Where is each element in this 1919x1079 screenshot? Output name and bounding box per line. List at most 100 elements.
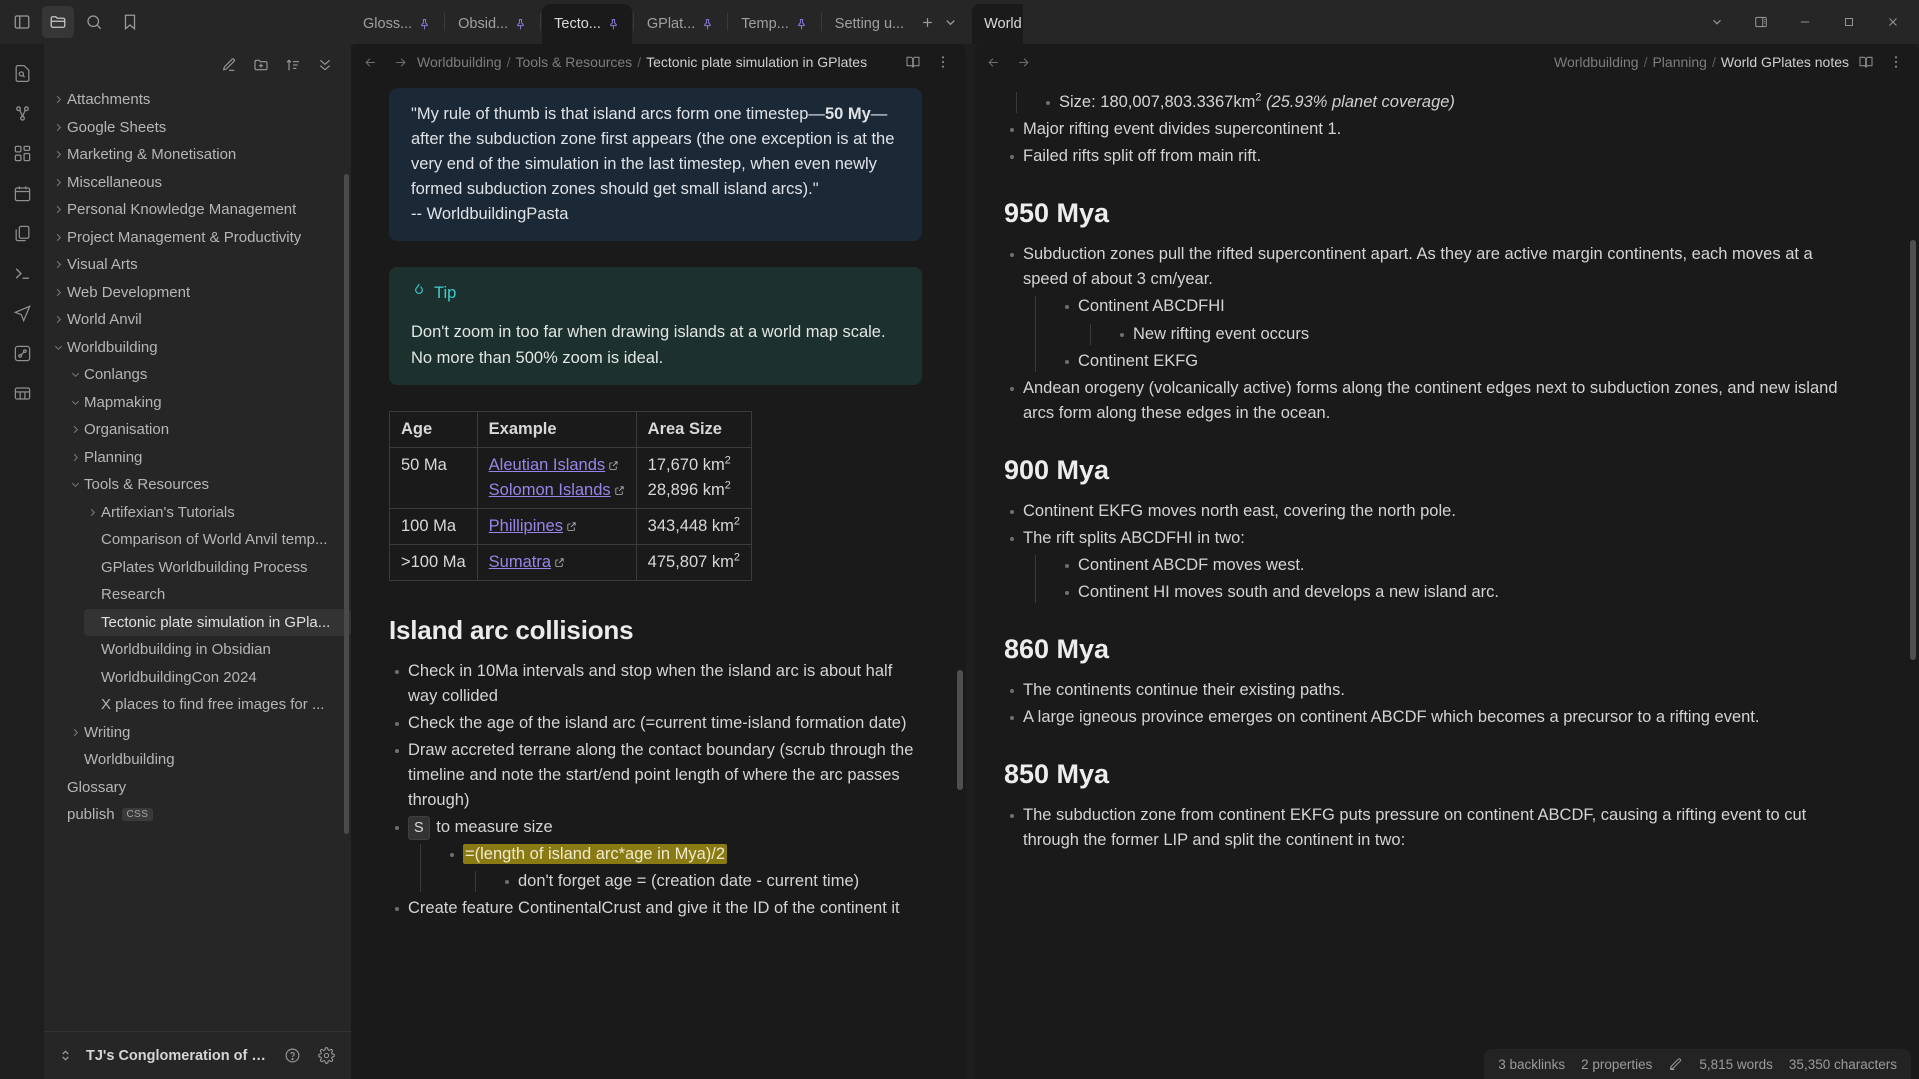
tree-item-artifexian-s-tutorials[interactable]: Artifexian's Tutorials	[84, 499, 351, 527]
chevron-right-icon[interactable]	[50, 232, 67, 243]
sidebar-scrollbar[interactable]	[344, 174, 349, 834]
tab-list-chevron-icon[interactable]	[1695, 0, 1739, 44]
canvas-icon[interactable]	[7, 138, 37, 168]
shortcut-icon[interactable]	[7, 338, 37, 368]
tree-item-worldbuilding[interactable]: Worldbuilding	[50, 334, 351, 362]
pin-icon[interactable]	[607, 17, 620, 32]
backlinks-count[interactable]: 3 backlinks	[1498, 1057, 1565, 1072]
chevron-right-icon[interactable]	[50, 149, 67, 160]
tab-left-5[interactable]: Setting u...	[823, 4, 916, 44]
tree-item-marketing-monetisation[interactable]: Marketing & Monetisation	[50, 141, 351, 169]
external-link-2-0[interactable]: Sumatra	[489, 550, 565, 575]
chevron-right-icon[interactable]	[67, 452, 84, 463]
breadcrumb-item-left-2[interactable]: Tectonic plate simulation in GPlates	[646, 54, 867, 70]
tree-item-x-places-to-find-free-images-for[interactable]: X places to find free images for ...	[84, 691, 351, 719]
tab-left-2[interactable]: Tecto...	[542, 4, 632, 44]
breadcrumb-item-right-2[interactable]: World GPlates notes	[1721, 54, 1849, 70]
back-button[interactable]	[357, 49, 383, 75]
bookmark-icon[interactable]	[114, 6, 146, 38]
chevron-right-icon[interactable]	[84, 507, 101, 518]
tree-item-planning[interactable]: Planning	[67, 444, 351, 472]
minimize-button[interactable]	[1783, 0, 1827, 44]
tab-list-dropdown-icon[interactable]	[943, 7, 958, 37]
help-icon[interactable]	[279, 1043, 305, 1069]
pencil-icon[interactable]	[1668, 1057, 1683, 1072]
tree-item-worldbuildingcon-2024[interactable]: WorldbuildingCon 2024	[84, 664, 351, 692]
tree-item-google-sheets[interactable]: Google Sheets	[50, 114, 351, 142]
properties-count[interactable]: 2 properties	[1581, 1057, 1652, 1072]
chevron-right-icon[interactable]	[50, 287, 67, 298]
tree-item-personal-knowledge-management[interactable]: Personal Knowledge Management	[50, 196, 351, 224]
copy-files-icon[interactable]	[7, 218, 37, 248]
pin-icon[interactable]	[795, 17, 808, 32]
tree-item-web-development[interactable]: Web Development	[50, 279, 351, 307]
more-options-icon-right[interactable]	[1883, 49, 1909, 75]
character-count[interactable]: 35,350 characters	[1789, 1057, 1897, 1072]
send-icon[interactable]	[7, 298, 37, 328]
breadcrumb[interactable]: Worldbuilding / Tools & Resources / Tectonic…	[417, 54, 896, 70]
tree-item-publish[interactable]: publish CSS	[50, 801, 351, 829]
word-count[interactable]: 5,815 words	[1699, 1057, 1773, 1072]
tree-item-writing[interactable]: Writing	[67, 719, 351, 747]
chevron-right-icon[interactable]	[67, 727, 84, 738]
chevron-right-icon[interactable]	[50, 177, 67, 188]
chevron-right-icon[interactable]	[50, 122, 67, 133]
tab-left-1[interactable]: Obsid...	[446, 4, 539, 44]
external-link-0-0[interactable]: Aleutian Islands	[489, 453, 620, 478]
vault-chevron-icon[interactable]	[52, 1043, 78, 1069]
chevron-down-icon[interactable]	[67, 369, 84, 380]
tree-item-organisation[interactable]: Organisation	[67, 416, 351, 444]
breadcrumb-item-left-0[interactable]: Worldbuilding	[417, 54, 502, 70]
external-link-1-0[interactable]: Phillipines	[489, 514, 577, 539]
left-pane-scrollbar[interactable]	[957, 670, 963, 790]
chevron-right-icon[interactable]	[50, 259, 67, 270]
terminal-icon[interactable]	[7, 258, 37, 288]
forward-button[interactable]	[387, 49, 413, 75]
chevron-down-icon[interactable]	[50, 342, 67, 353]
search-icon[interactable]	[78, 6, 110, 38]
tree-item-miscellaneous[interactable]: Miscellaneous	[50, 169, 351, 197]
reading-view-icon[interactable]	[900, 49, 926, 75]
tab-left-3[interactable]: GPlat...	[635, 4, 726, 44]
calendar-icon[interactable]	[7, 178, 37, 208]
tree-item-visual-arts[interactable]: Visual Arts	[50, 251, 351, 279]
vault-switcher[interactable]: TJ's Conglomeration of Learn...	[44, 1031, 351, 1079]
tab-left-4[interactable]: Temp...	[729, 4, 820, 44]
toggle-right-sidebar-icon[interactable]	[1739, 0, 1783, 44]
table-icon[interactable]	[7, 378, 37, 408]
tree-item-tools-resources[interactable]: Tools & Resources	[67, 471, 351, 499]
tree-item-tectonic-plate-simulation-in-gpla[interactable]: Tectonic plate simulation in GPla...	[84, 608, 351, 636]
close-button[interactable]	[1871, 0, 1915, 44]
file-search-icon[interactable]	[7, 58, 37, 88]
breadcrumb-item-left-1[interactable]: Tools & Resources	[515, 54, 632, 70]
tab-left-0[interactable]: Gloss...	[351, 4, 443, 44]
tree-item-glossary[interactable]: Glossary	[50, 774, 351, 802]
folder-icon[interactable]	[42, 6, 74, 38]
tree-item-world-anvil[interactable]: World Anvil	[50, 306, 351, 334]
tree-item-worldbuilding[interactable]: Worldbuilding	[67, 746, 351, 774]
sort-icon[interactable]	[279, 51, 307, 79]
chevron-down-icon[interactable]	[67, 479, 84, 490]
new-folder-icon[interactable]	[247, 51, 275, 79]
toggle-left-sidebar-icon[interactable]	[6, 6, 38, 38]
tree-item-project-management-productivity[interactable]: Project Management & Productivity	[50, 224, 351, 252]
tab-right-0[interactable]: World GPlates notes	[972, 4, 1023, 44]
graph-icon[interactable]	[7, 98, 37, 128]
right-pane-scrollbar[interactable]	[1910, 240, 1916, 660]
pin-icon[interactable]	[418, 17, 431, 32]
tree-item-mapmaking[interactable]: Mapmaking	[67, 389, 351, 417]
breadcrumb-item-right-0[interactable]: Worldbuilding	[1554, 54, 1639, 70]
back-button-right[interactable]	[980, 49, 1006, 75]
gear-icon[interactable]	[313, 1043, 339, 1069]
tree-item-conlangs[interactable]: Conlangs	[67, 361, 351, 389]
file-tree[interactable]: Attachments Google Sheets Marketing & Mone…	[44, 86, 351, 1031]
external-link-0-1[interactable]: Solomon Islands	[489, 478, 625, 503]
tree-item-research[interactable]: Research	[84, 581, 351, 609]
new-note-icon[interactable]	[215, 51, 243, 79]
breadcrumb-right[interactable]: Worldbuilding / Planning / World GPlates not…	[1040, 54, 1849, 70]
chevron-right-icon[interactable]	[67, 424, 84, 435]
tree-item-gplates-worldbuilding-process[interactable]: GPlates Worldbuilding Process	[84, 554, 351, 582]
collapse-all-icon[interactable]	[311, 51, 339, 79]
left-document[interactable]: "My rule of thumb is that island arcs fo…	[351, 80, 966, 921]
tree-item-attachments[interactable]: Attachments	[50, 86, 351, 114]
